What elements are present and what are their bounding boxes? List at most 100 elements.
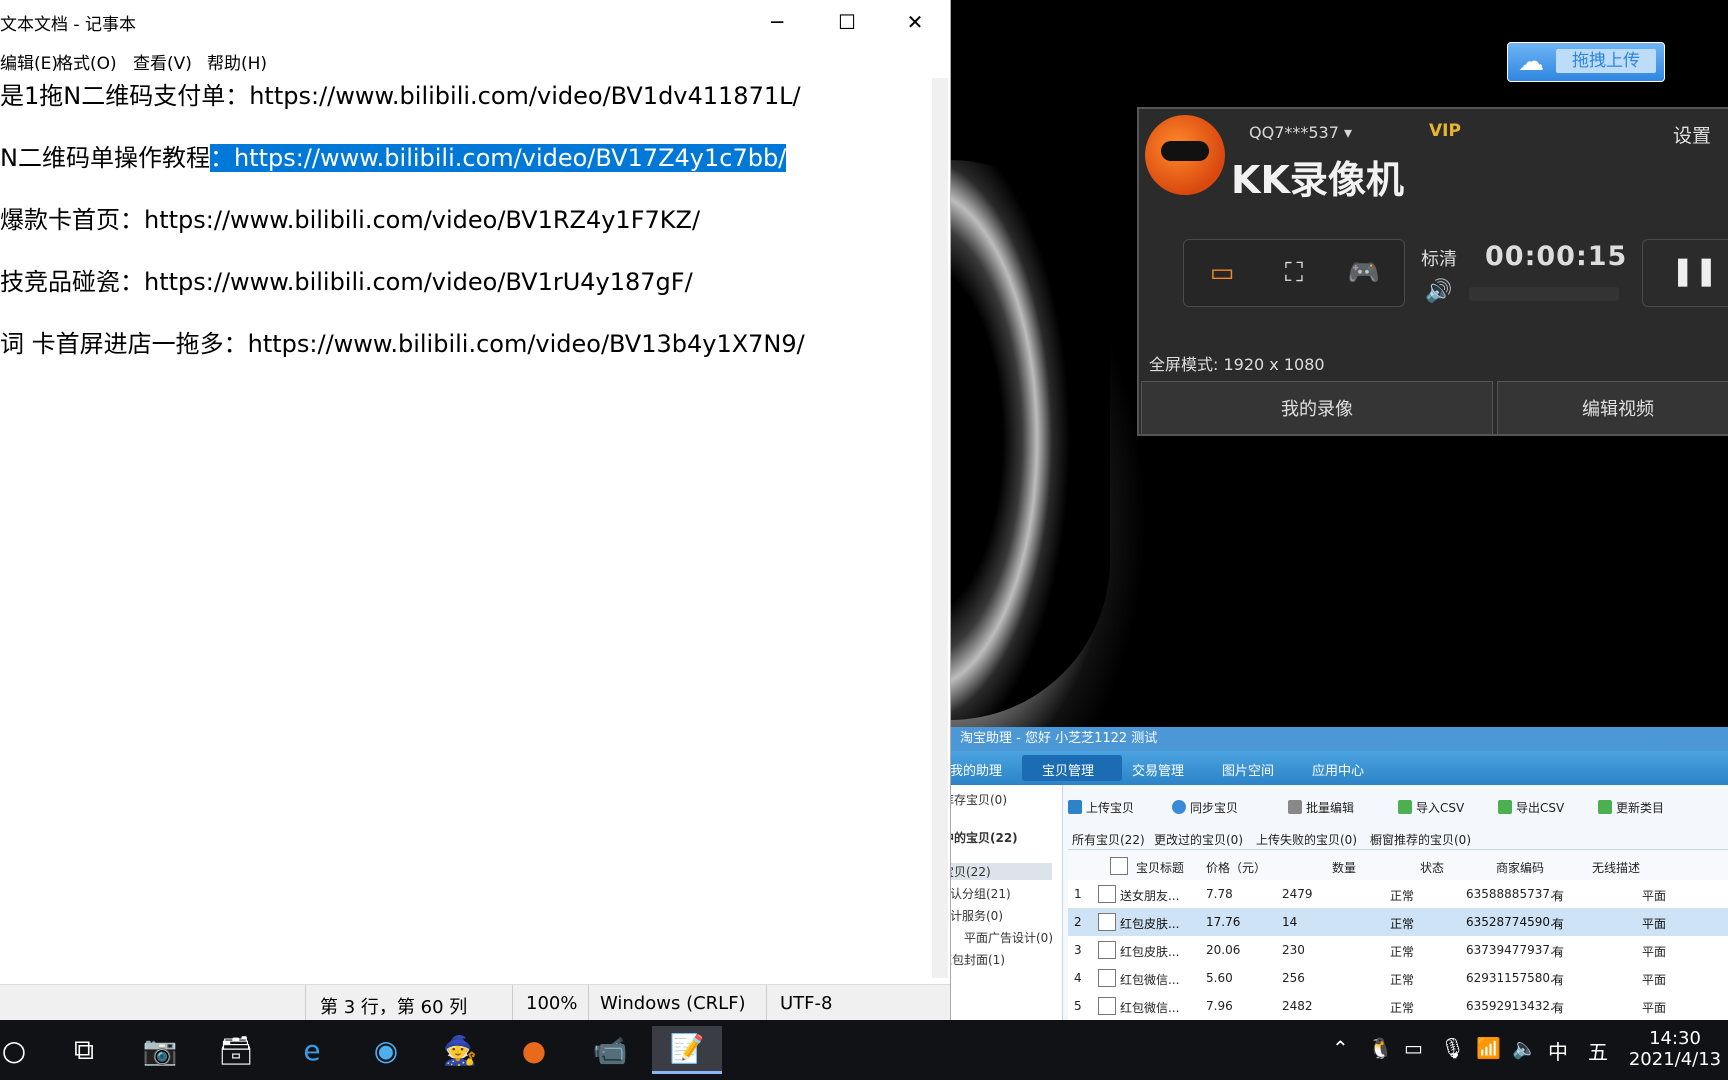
cell-n: 2 (1074, 915, 1082, 929)
text-selection[interactable]: ：https://www.bilibili.com/video/BV17Z4y1… (209, 144, 787, 172)
cell-status: 正常 (1390, 917, 1415, 931)
game-mode-icon[interactable]: 🎮 (1338, 254, 1390, 292)
ime-mode-indicator[interactable]: 五 (1588, 1036, 1608, 1065)
region-mode-icon[interactable]: ⛶ (1268, 254, 1320, 292)
import-icon (1398, 800, 1412, 814)
table-row[interactable]: 4 红包微信... 5.60 256 正常 62931157580... 有 平面 (1068, 964, 1728, 993)
edge-icon[interactable]: e (286, 1026, 338, 1074)
cell-title: 红包皮肤... (1120, 945, 1180, 959)
sidebar-items[interactable]: 宝贝(22) (942, 863, 1052, 880)
update-category-button[interactable]: 更新类目 (1598, 799, 1664, 816)
battery-icon[interactable]: ▭ (1404, 1036, 1423, 1060)
qq-tray-icon[interactable]: 🐧 (1368, 1036, 1393, 1060)
col-price[interactable]: 价格（元） (1206, 859, 1266, 876)
kk-volume-slider[interactable] (1469, 287, 1619, 301)
text-line[interactable]: 词 卡首屏进店一拖多：https://www.bilibili.com/vide… (0, 324, 805, 359)
nav-image-space[interactable]: 图片空间 (1222, 760, 1274, 779)
minimize-icon[interactable]: ─ (742, 0, 812, 44)
camera-icon[interactable]: 📷 (134, 1026, 186, 1074)
winrar-icon[interactable]: 🗃 (210, 1026, 262, 1074)
export-icon (1498, 800, 1512, 814)
col-mobile-desc[interactable]: 无线描述 (1592, 859, 1640, 876)
text-line[interactable]: 是1拖N二维码支付单：https://www.bilibili.com/vide… (0, 76, 801, 111)
table-row[interactable]: 5 红包微信... 7.96 2482 正常 63592913432... 有 平面 (1068, 992, 1728, 1021)
select-all-checkbox[interactable] (1110, 857, 1128, 875)
nav-trade-management[interactable]: 交易管理 (1132, 760, 1184, 779)
menu-edit[interactable]: 编辑(E) (0, 49, 58, 74)
my-videos-button[interactable]: 我的录像 (1141, 381, 1493, 435)
volume-icon[interactable]: 🔊 (1425, 279, 1452, 304)
drag-upload-button[interactable]: ☁ 拖拽上传 (1507, 42, 1665, 82)
browser-icon[interactable]: ◉ (360, 1026, 412, 1074)
col-status[interactable]: 状态 (1420, 859, 1444, 876)
system-clock[interactable]: 14:30 2021/4/13 (1620, 1028, 1728, 1070)
zoom-level: 100% (526, 993, 578, 1014)
sidebar-graphic-design[interactable]: 平面广告设计(0) (964, 929, 1053, 946)
sync-item-button[interactable]: 同步宝贝 (1172, 799, 1238, 816)
cortana-icon[interactable]: ○ (0, 1026, 40, 1074)
cell-price: 20.06 (1206, 943, 1241, 957)
clock-time: 14:30 (1649, 1028, 1701, 1049)
menu-format[interactable]: 格式(O) (56, 49, 117, 74)
row-checkbox[interactable] (1098, 885, 1116, 903)
maximize-icon[interactable]: ☐ (812, 0, 882, 44)
kk-settings-button[interactable]: 设置 (1673, 121, 1711, 148)
nav-my-assistant[interactable]: 我的助理 (950, 760, 1002, 779)
kk-user-account[interactable]: QQ7***537 ▾ (1249, 123, 1352, 142)
table-row[interactable]: 3 红包皮肤... 20.06 230 正常 63739477937... 有 平面 (1068, 936, 1728, 965)
row-checkbox[interactable] (1098, 913, 1116, 931)
batch-edit-button[interactable]: 批量编辑 (1288, 799, 1354, 816)
close-icon[interactable]: ✕ (880, 0, 950, 44)
line-ending: Windows (CRLF) (600, 993, 746, 1014)
tab-changed-items[interactable]: 更改过的宝贝(0) (1154, 831, 1243, 848)
menu-help[interactable]: 帮助(H) (207, 49, 267, 74)
cell-title: 红包微信... (1120, 973, 1180, 987)
taobao-sidebar: 库存宝贝(0) 出售中的宝贝(22) 宝贝(22) 默认分组(21) 设计服务(… (918, 785, 1063, 1020)
wizard-icon[interactable]: 🧙 (434, 1026, 486, 1074)
text-line[interactable]: N二维码单操作教程：https://www.bilibili.com/video… (0, 138, 787, 173)
show-hidden-icons[interactable]: ⌃ (1332, 1036, 1349, 1060)
cell-mobile: 有 (1552, 889, 1565, 903)
tab-failed-items[interactable]: 上传失败的宝贝(0) (1256, 831, 1357, 848)
cell-qty: 256 (1282, 971, 1305, 985)
row-checkbox[interactable] (1098, 969, 1116, 987)
col-code[interactable]: 商家编码 (1496, 859, 1544, 876)
import-csv-button[interactable]: 导入CSV (1398, 799, 1464, 816)
drag-upload-label: 拖拽上传 (1556, 49, 1656, 73)
table-row[interactable]: 1 送女朋友... 7.78 2479 正常 63588885737... 有 平面 (1068, 880, 1728, 909)
edit-video-button[interactable]: 编辑视频 (1497, 381, 1728, 435)
cell-n: 4 (1074, 971, 1082, 985)
export-csv-button[interactable]: 导出CSV (1498, 799, 1564, 816)
row-checkbox[interactable] (1098, 997, 1116, 1015)
col-title[interactable]: 宝贝标题 (1136, 859, 1184, 876)
wifi-icon[interactable]: 📶 (1476, 1036, 1501, 1060)
pause-icon[interactable]: ❚❚ (1671, 254, 1718, 287)
microphone-icon[interactable]: 🎙 (1440, 1036, 1465, 1060)
tab-all-items[interactable]: 所有宝贝(22) (1072, 831, 1145, 848)
cell-code: 62931157580... (1466, 971, 1562, 985)
table-row[interactable]: 2 红包皮肤... 17.76 14 正常 63528774590... 有 平面 (1068, 908, 1728, 937)
kk-quality-label[interactable]: 标清 (1421, 245, 1457, 271)
kk-recorder-icon[interactable]: ● (508, 1026, 560, 1074)
tab-recommended-items[interactable]: 橱窗推荐的宝贝(0) (1370, 831, 1471, 848)
nav-item-management[interactable]: 宝贝管理 (1042, 760, 1094, 779)
col-qty[interactable]: 数量 (1332, 859, 1356, 876)
vertical-scrollbar[interactable] (932, 78, 948, 978)
sidebar-stock[interactable]: 库存宝贝(0) (942, 791, 1007, 808)
notepad-icon[interactable]: 📝 (652, 1026, 722, 1074)
upload-item-button[interactable]: 上传宝贝 (1068, 799, 1134, 816)
wallpaper-planet (950, 160, 1110, 720)
text-line[interactable]: 爆款卡首页：https://www.bilibili.com/video/BV1… (0, 200, 700, 235)
meeting-icon[interactable]: 📹 (584, 1026, 636, 1074)
task-view-icon[interactable]: ⧉ (58, 1026, 110, 1074)
menu-view[interactable]: 查看(V) (133, 49, 192, 74)
fullscreen-mode-icon[interactable]: ▭ (1196, 254, 1248, 292)
text-line[interactable]: 技竞品碰瓷：https://www.bilibili.com/video/BV1… (0, 262, 693, 297)
ime-indicator[interactable]: 中 (1548, 1036, 1568, 1065)
nav-app-center[interactable]: 应用中心 (1312, 760, 1364, 779)
notepad-text-area[interactable]: 是1拖N二维码支付单：https://www.bilibili.com/vide… (0, 74, 930, 984)
volume-tray-icon[interactable]: 🔈 (1512, 1036, 1537, 1060)
row-checkbox[interactable] (1098, 941, 1116, 959)
notepad-titlebar: 文本文档 - 记事本 ─ ☐ ✕ (0, 0, 950, 44)
kk-vip-badge[interactable]: VIP (1429, 121, 1461, 141)
